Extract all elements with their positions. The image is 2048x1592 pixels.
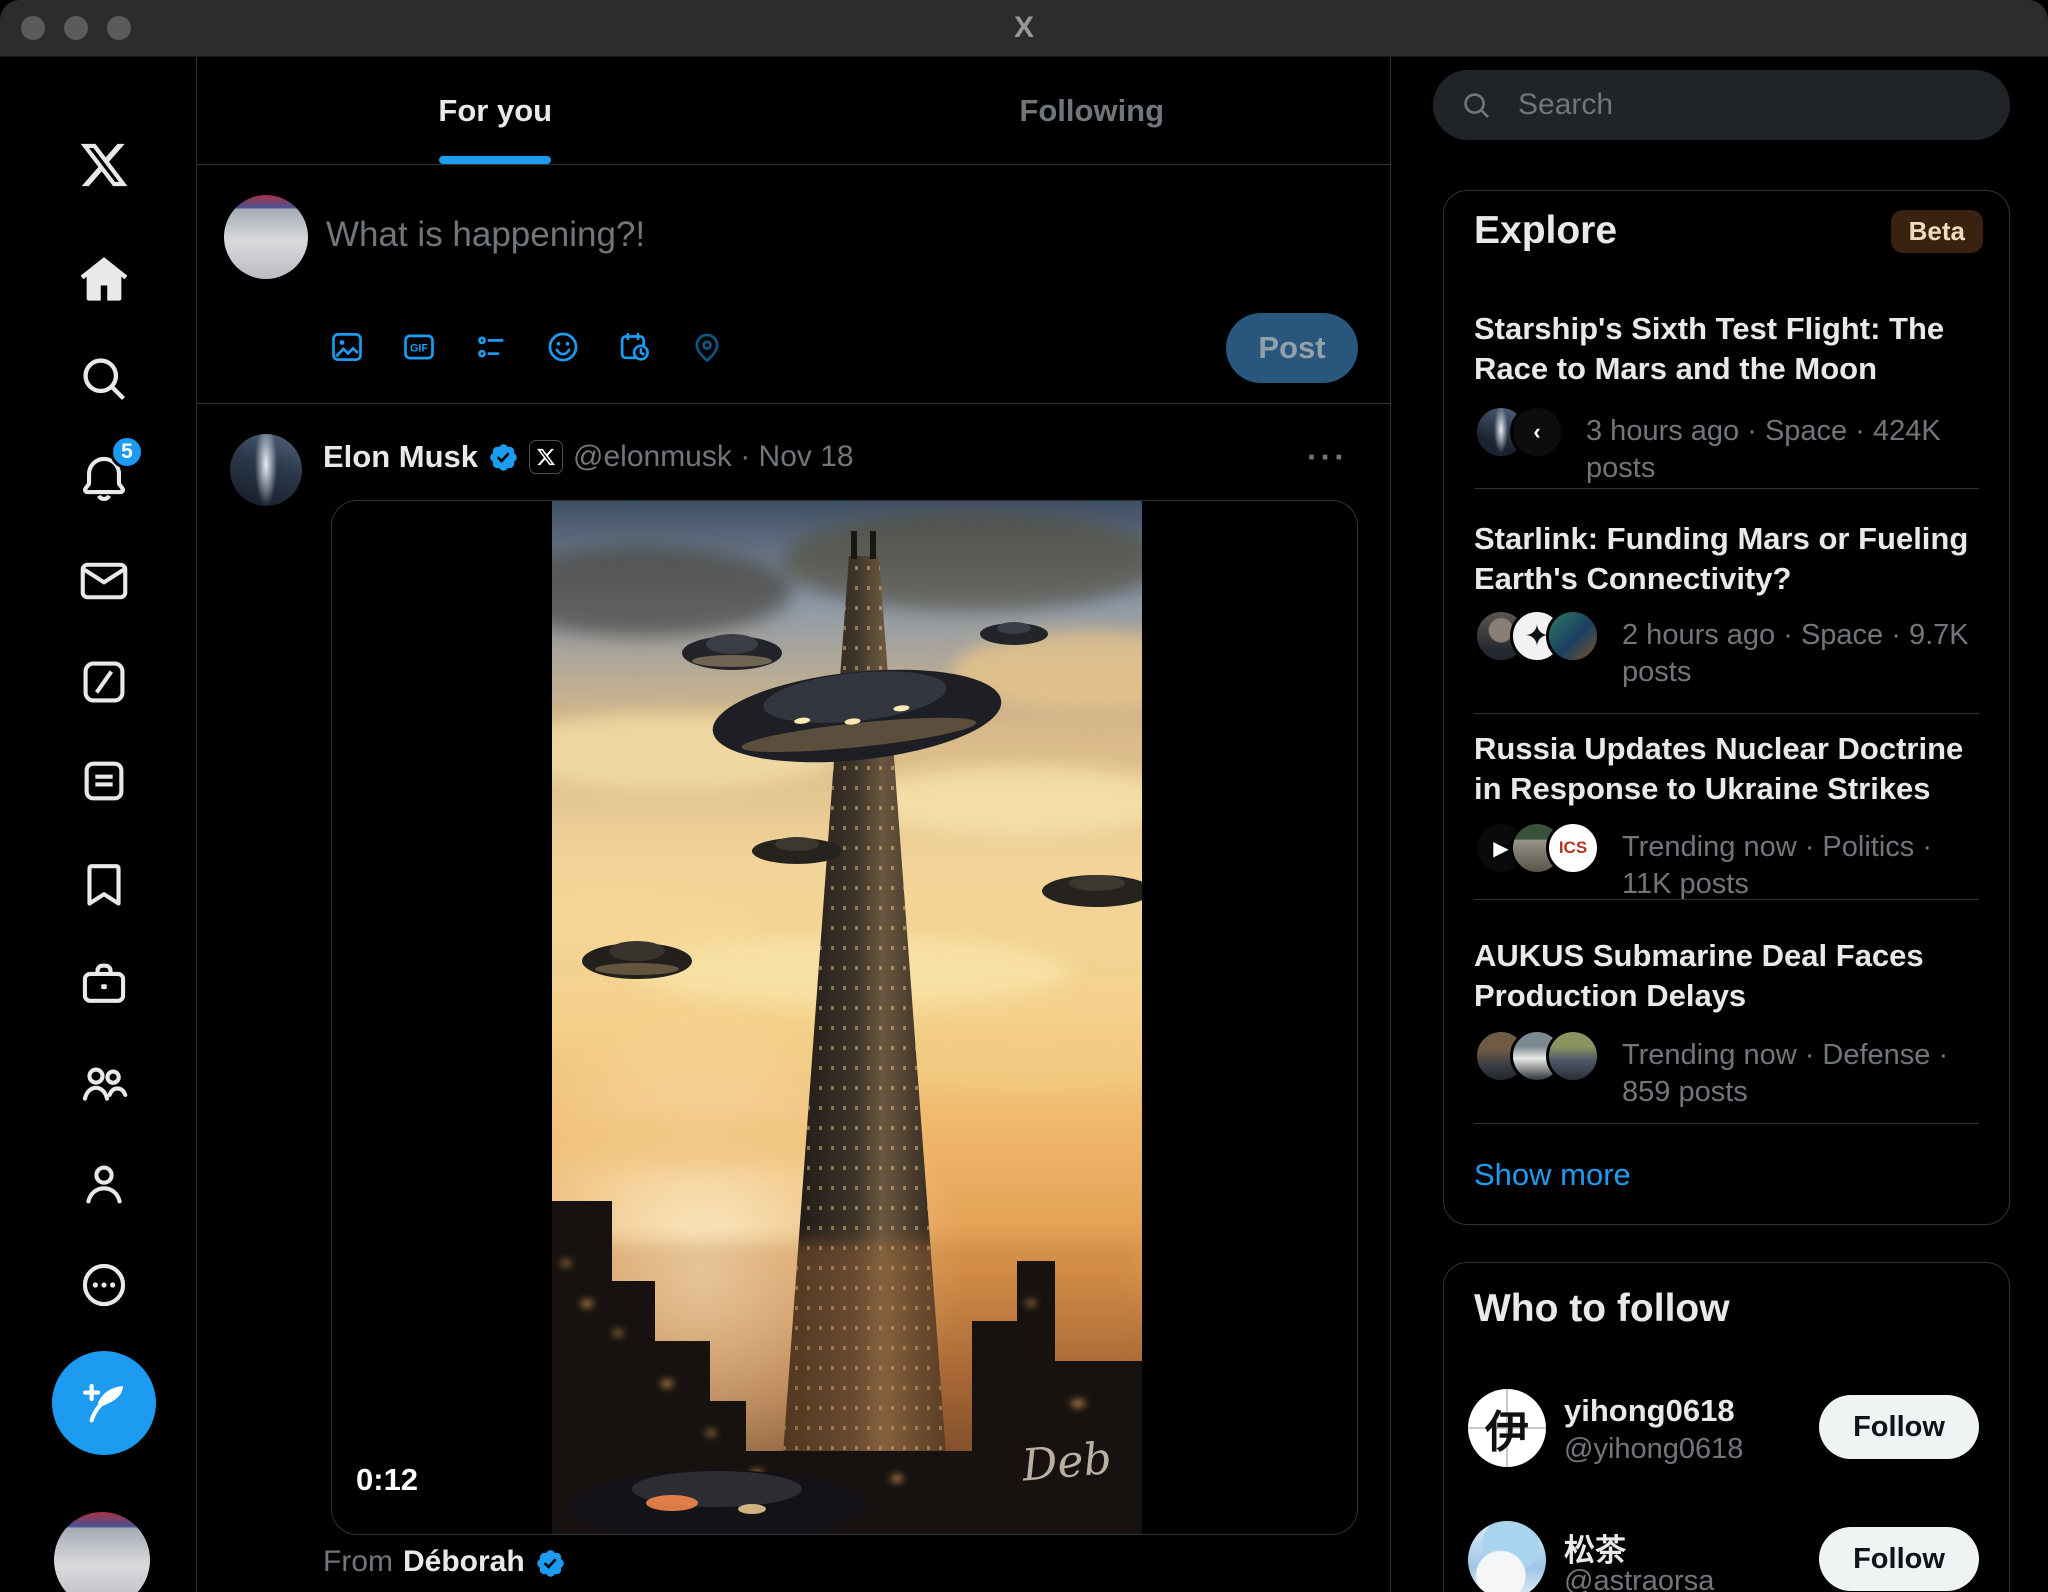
trend-meta-row: ▶ ICS Trending now · Politics · 11K post… — [1474, 821, 1979, 903]
bookmarks-icon[interactable] — [78, 858, 130, 910]
gif-icon[interactable]: GIF — [401, 329, 437, 365]
colorful-avatar — [1546, 609, 1600, 663]
poll-icon[interactable] — [473, 329, 509, 365]
follow-suggestion[interactable]: 伊 yihong0618 @yihong0618 Follow — [1468, 1389, 1979, 1469]
tweet-more-menu[interactable]: ··· — [1307, 439, 1348, 476]
trend-item[interactable]: Starlink: Funding Mars or Fueling Earth'… — [1474, 519, 1979, 599]
trend-avatars: ‹ — [1474, 405, 1564, 459]
suited-man-avatar — [1546, 1029, 1600, 1083]
tab-following[interactable]: Following — [794, 57, 1391, 164]
post-button[interactable]: Post — [1226, 313, 1358, 383]
ics-logo-avatar: ICS — [1546, 821, 1600, 875]
beta-badge: Beta — [1891, 210, 1983, 253]
communities-icon[interactable] — [78, 1057, 130, 1109]
messages-icon[interactable] — [78, 555, 130, 607]
explore-search-icon[interactable] — [78, 353, 130, 405]
trend-divider — [1474, 713, 1979, 714]
video-frame — [552, 501, 1142, 1535]
trend-item[interactable]: Starship's Sixth Test Flight: The Race t… — [1474, 309, 1979, 389]
futuristic-city-video-still — [552, 501, 1142, 1535]
explore-title: Explore — [1474, 209, 1617, 253]
logo-avatar: ‹ — [1510, 405, 1564, 459]
grok-icon[interactable] — [78, 656, 130, 708]
active-tab-indicator — [439, 156, 551, 164]
x-app-window: X 5 — [0, 0, 2048, 1592]
trend-divider — [1474, 899, 1979, 900]
more-icon[interactable] — [78, 1259, 130, 1311]
tweet-author-name[interactable]: Elon Musk — [323, 439, 478, 475]
trend-meta-row: ✦ 2 hours ago · Space · 9.7K posts — [1474, 609, 1979, 691]
section-divider — [197, 403, 1390, 404]
profile-icon[interactable] — [78, 1158, 130, 1210]
follow-button[interactable]: Follow — [1819, 1527, 1979, 1591]
schedule-icon[interactable] — [617, 329, 653, 365]
user-handle: @astraorsa — [1564, 1565, 1714, 1592]
trend-item[interactable]: Russia Updates Nuclear Doctrine in Respo… — [1474, 729, 1979, 809]
trend-meta-row: Trending now · Defense · 859 posts — [1474, 1029, 1979, 1111]
compose-feather-icon — [78, 1377, 130, 1429]
tweet-video-player[interactable]: 0:12 Deb — [331, 500, 1358, 1535]
who-to-follow-panel: Who to follow 伊 yihong0618 @yihong0618 F… — [1443, 1262, 2010, 1592]
timeline-tabs: For you Following — [197, 57, 1390, 165]
composer-input[interactable]: What is happening?! — [326, 215, 645, 255]
affiliate-x-badge — [529, 440, 563, 474]
verified-badge-icon — [488, 442, 519, 473]
user-name[interactable]: 松茶 — [1564, 1525, 1626, 1570]
verified-badge-icon — [535, 1548, 563, 1576]
trend-meta-row: ‹ 3 hours ago · Space · 424K posts — [1474, 405, 1979, 487]
trend-item[interactable]: AUKUS Submarine Deal Faces Production De… — [1474, 936, 1979, 1016]
trend-avatars: ✦ — [1474, 609, 1600, 663]
window-title: X — [0, 11, 2048, 45]
macos-titlebar: X — [0, 0, 2048, 57]
search-icon — [1461, 90, 1492, 121]
trend-avatars: ▶ ICS — [1474, 821, 1600, 875]
trend-divider — [1474, 488, 1979, 489]
account-avatar[interactable] — [54, 1512, 150, 1592]
user-handle: @yihong0618 — [1564, 1433, 1743, 1466]
show-more-link[interactable]: Show more — [1474, 1157, 1631, 1193]
tweet-author-avatar[interactable] — [230, 434, 302, 506]
home-icon[interactable] — [78, 253, 130, 305]
search-placeholder: Search — [1518, 88, 1613, 122]
emoji-icon[interactable] — [545, 329, 581, 365]
tweet-header: Elon Musk @elonmusk · Nov 18 — [323, 439, 854, 475]
video-attribution: From Déborah — [323, 1545, 563, 1579]
who-to-follow-title: Who to follow — [1474, 1287, 1730, 1331]
search-bar[interactable]: Search — [1433, 70, 2010, 140]
tweet-handle-date[interactable]: @elonmusk · Nov 18 — [573, 440, 854, 474]
media-image-icon[interactable] — [329, 329, 365, 365]
user-avatar[interactable] — [1468, 1521, 1546, 1592]
trend-divider — [1474, 1123, 1979, 1124]
follow-suggestion[interactable]: 松茶 @astraorsa Follow — [1468, 1521, 1979, 1592]
composer-avatar[interactable] — [224, 195, 308, 279]
trend-avatars — [1474, 1029, 1600, 1083]
attribution-name[interactable]: Déborah — [403, 1545, 525, 1579]
location-icon[interactable] — [689, 329, 725, 365]
user-name[interactable]: yihong0618 — [1564, 1393, 1735, 1429]
jobs-briefcase-icon[interactable] — [78, 957, 130, 1009]
compose-post-button[interactable] — [52, 1351, 156, 1455]
tab-for-you[interactable]: For you — [197, 57, 794, 164]
left-navigation: 5 — [0, 57, 196, 1592]
video-duration: 0:12 — [356, 1462, 418, 1498]
composer-toolbar: GIF — [329, 329, 725, 365]
svg-text:GIF: GIF — [410, 343, 428, 355]
articles-icon[interactable] — [78, 755, 130, 807]
x-logo-icon[interactable] — [78, 139, 130, 191]
follow-button[interactable]: Follow — [1819, 1395, 1979, 1459]
explore-panel: Explore Beta Starship's Sixth Test Fligh… — [1443, 190, 2010, 1225]
timeline-column: For you Following What is happening?! GI… — [196, 57, 1391, 1592]
user-avatar[interactable]: 伊 — [1468, 1389, 1546, 1467]
notification-count-badge: 5 — [110, 435, 144, 469]
